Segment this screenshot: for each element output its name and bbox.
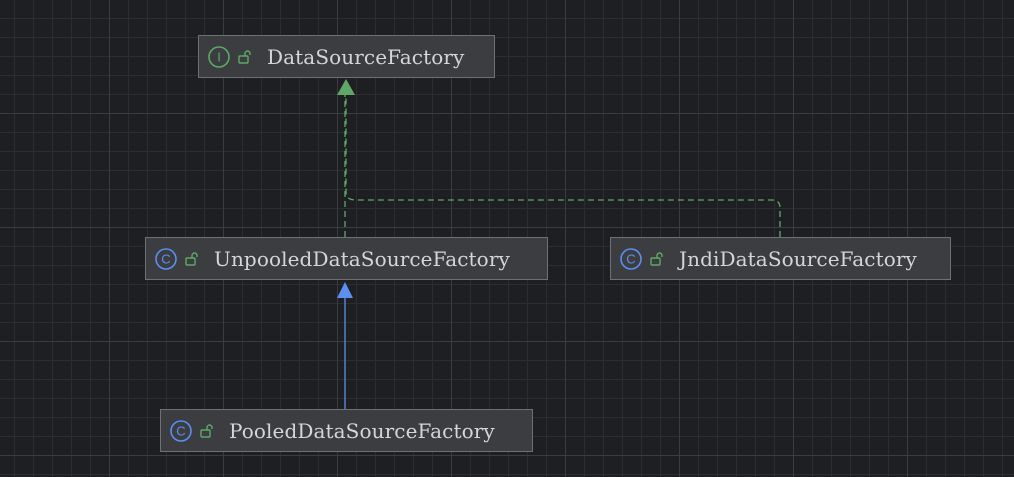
node-label: DataSourceFactory — [267, 44, 465, 69]
node-label: PooledDataSourceFactory — [229, 418, 495, 443]
node-jndidatasourcefactory[interactable]: C JndiDataSourceFactory — [610, 237, 951, 280]
class-icon: C — [154, 247, 178, 271]
uml-diagram-canvas[interactable]: I DataSourceFactory C UnpooledDataSource… — [0, 0, 1014, 477]
unlocked-icon — [184, 251, 200, 267]
class-kind-letter: C — [626, 251, 635, 266]
interface-icon: I — [207, 45, 231, 69]
node-label: UnpooledDataSourceFactory — [214, 246, 510, 271]
node-unpooleddatasourcefactory[interactable]: C UnpooledDataSourceFactory — [145, 237, 548, 280]
implements-arrowhead — [337, 79, 355, 95]
class-kind-letter: C — [161, 251, 170, 266]
class-icon: C — [619, 247, 643, 271]
node-pooleddatasourcefactory[interactable]: C PooledDataSourceFactory — [160, 409, 533, 452]
extends-arrowhead — [337, 282, 353, 298]
node-datasourcefactory[interactable]: I DataSourceFactory — [198, 35, 495, 78]
unlocked-icon — [649, 251, 665, 267]
class-kind-letter: C — [176, 423, 185, 438]
unlocked-icon — [199, 423, 215, 439]
edge-jndi-implements-datasourcefactory — [345, 92, 781, 237]
node-label: JndiDataSourceFactory — [679, 246, 917, 271]
class-icon: C — [169, 419, 193, 443]
unlocked-icon — [237, 49, 253, 65]
interface-kind-letter: I — [217, 49, 221, 64]
